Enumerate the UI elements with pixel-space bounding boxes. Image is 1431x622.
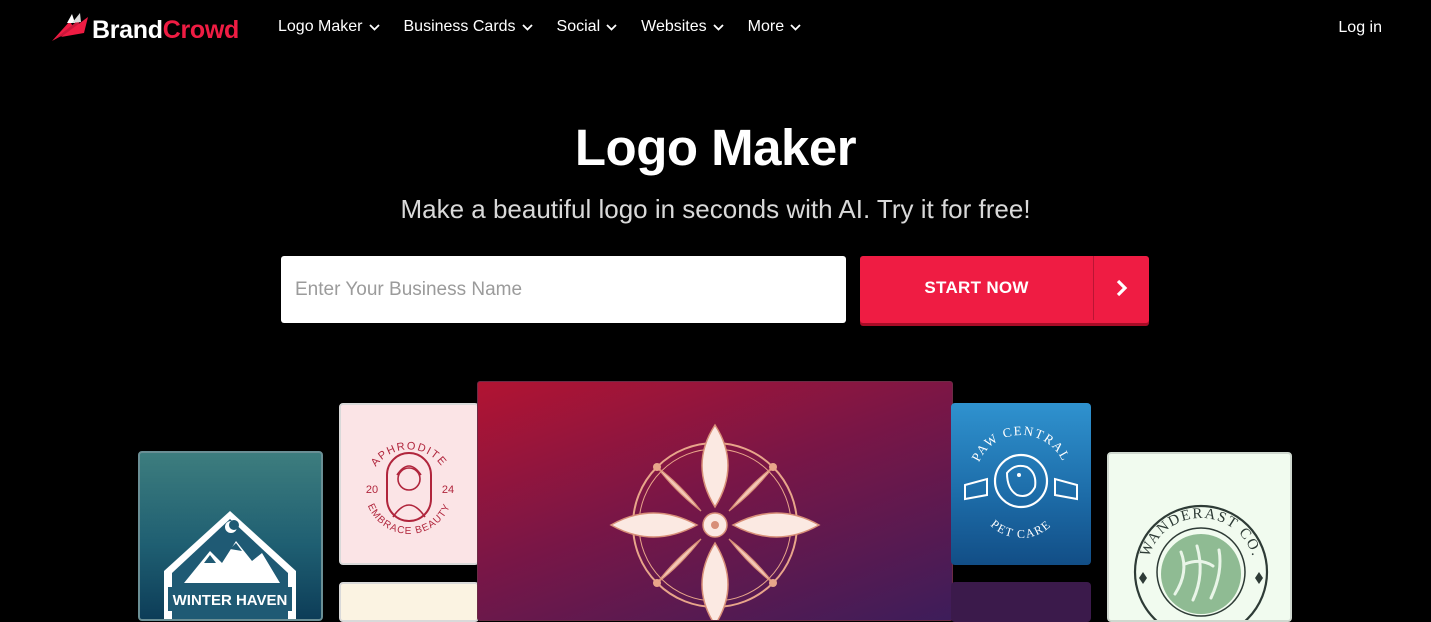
aphrodite-bottom-text: EMBRACE BEAUTY xyxy=(365,502,452,537)
paw-central-top-text: PAW CENTRAL xyxy=(968,423,1072,464)
start-now-label: START NOW xyxy=(924,278,1029,297)
login-link[interactable]: Log in xyxy=(1338,19,1382,37)
menu-item-label: Websites xyxy=(641,18,707,35)
chevron-down-icon xyxy=(368,23,380,31)
menu-item-logo-maker[interactable]: Logo Maker xyxy=(278,18,380,36)
start-now-button[interactable]: START NOW xyxy=(860,256,1149,323)
svg-text:APHRODITE: APHRODITE xyxy=(369,440,449,469)
paw-central-bottom-text: PET CARE xyxy=(988,517,1052,541)
menu-item-label: Business Cards xyxy=(403,18,516,35)
wanderast-emblem: WANDERAST CO. xyxy=(1133,504,1269,620)
winter-haven-text: WINTER HAVEN xyxy=(173,592,288,609)
chevron-down-icon xyxy=(521,23,533,31)
sample-logo-card-paw-central[interactable]: PAW CENTRAL PET CARE xyxy=(951,403,1091,565)
menu-item-label: More xyxy=(747,18,785,35)
chevron-down-icon xyxy=(606,23,617,31)
flower-ornament-icon xyxy=(609,423,821,620)
menu-item-business-cards[interactable]: Business Cards xyxy=(404,18,533,36)
sample-logo-card-partial-purple[interactable] xyxy=(951,582,1091,622)
main-menu: Logo Maker Business Cards Social Website… xyxy=(278,18,825,36)
svg-text:PET CARE: PET CARE xyxy=(988,517,1054,541)
hero-subtitle: Make a beautiful logo in seconds with AI… xyxy=(400,194,1031,224)
svg-text:EMBRACE BEAUTY: EMBRACE BEAUTY xyxy=(365,502,453,537)
menu-item-label: Logo Maker xyxy=(278,18,363,35)
menu-item-label: Social xyxy=(556,18,601,35)
paw-central-emblem: PAW CENTRAL PET CARE xyxy=(964,423,1078,541)
menu-item-more[interactable]: More xyxy=(748,18,801,36)
brand-name: BrandCrowd xyxy=(92,16,239,45)
chevron-right-icon xyxy=(1093,256,1149,320)
svg-text:PAW CENTRAL: PAW CENTRAL xyxy=(968,423,1074,464)
brandcrowd-wing-icon xyxy=(50,11,90,50)
business-name-input[interactable] xyxy=(281,256,846,323)
sample-logo-card-winter-haven[interactable]: WINTER HAVEN xyxy=(138,451,323,621)
aphrodite-emblem: APHRODITE EMBRACE BEAUTY 20 24 xyxy=(365,440,454,537)
winter-haven-emblem: WINTER HAVEN xyxy=(164,511,296,619)
chevron-down-icon xyxy=(713,23,724,31)
page-title: Logo Maker xyxy=(574,119,857,176)
brand-name-part2: Crowd xyxy=(162,15,240,44)
menu-item-websites[interactable]: Websites xyxy=(641,18,724,36)
aphrodite-year-right: 24 xyxy=(442,484,454,496)
aphrodite-year-left: 20 xyxy=(366,484,378,496)
menu-item-social[interactable]: Social xyxy=(557,18,618,36)
top-navigation: BrandCrowd Logo Maker Business Cards Soc… xyxy=(0,0,1431,60)
sample-logo-card-aphrodite[interactable]: APHRODITE EMBRACE BEAUTY 20 24 xyxy=(339,403,479,565)
brand-name-part1: Brand xyxy=(92,15,163,44)
chevron-down-icon xyxy=(790,23,801,31)
sample-logo-card-partial-cream[interactable] xyxy=(339,582,479,622)
sample-logo-card-wanderast[interactable]: WANDERAST CO. xyxy=(1107,452,1292,622)
sample-logo-card-featured[interactable] xyxy=(477,381,953,621)
brandcrowd-logo[interactable]: BrandCrowd xyxy=(50,12,239,48)
aphrodite-top-text: APHRODITE xyxy=(369,440,448,469)
